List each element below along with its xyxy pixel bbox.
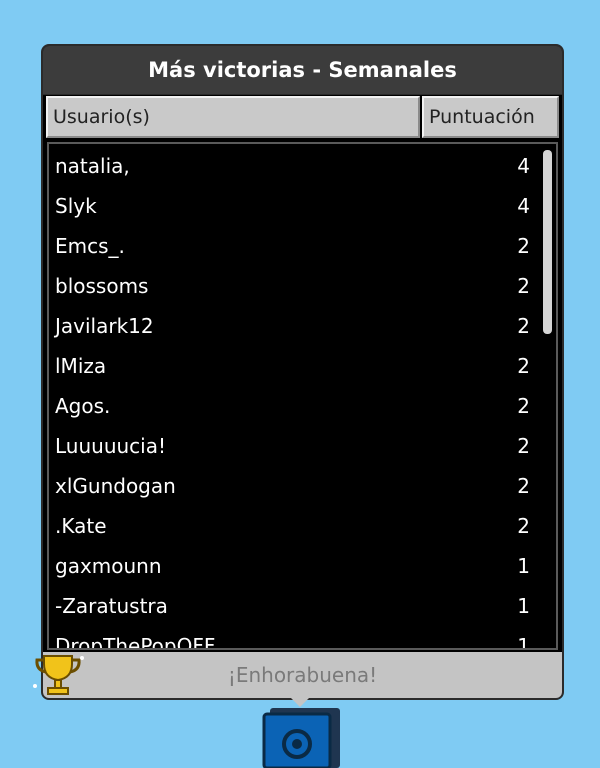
leaderboard-list[interactable]: natalia, 4 Slyk 4 Emcs_. 2 blossoms 2 Javilark12…: [47, 142, 558, 650]
list-item[interactable]: -Zaratustra 1: [49, 586, 536, 626]
username: DropThePopOFF: [55, 634, 216, 650]
column-header-users[interactable]: Usuario(s): [46, 96, 420, 138]
score: 4: [517, 194, 530, 218]
username: Emcs_.: [55, 234, 125, 258]
username: xlGundogan: [55, 474, 176, 498]
username: Slyk: [55, 194, 97, 218]
list-item[interactable]: gaxmounn 1: [49, 546, 536, 586]
trophy-icon: [33, 655, 84, 695]
score: 2: [517, 354, 530, 378]
table-header: Usuario(s) Puntuación: [46, 96, 559, 138]
list-item[interactable]: Emcs_. 2: [49, 226, 536, 266]
username: lMiza: [55, 354, 107, 378]
list-item[interactable]: .Kate 2: [49, 506, 536, 546]
list-item[interactable]: DropThePopOFF 1: [49, 626, 536, 650]
score: 1: [517, 594, 530, 618]
score: 1: [517, 554, 530, 578]
score: 2: [517, 394, 530, 418]
score: 1: [517, 634, 530, 650]
leaderboard-panel-inner: Más victorias - Semanales Usuario(s) Pun…: [43, 46, 562, 698]
score: 2: [517, 514, 530, 538]
username: natalia,: [55, 154, 130, 178]
scrollbar-thumb[interactable]: [543, 150, 552, 334]
list-item[interactable]: Slyk 4: [49, 186, 536, 226]
list-item[interactable]: xlGundogan 2: [49, 466, 536, 506]
score: 2: [517, 314, 530, 338]
column-header-score[interactable]: Puntuación: [422, 96, 559, 138]
congratulations-message: ¡Enhorabuena!: [43, 652, 562, 698]
list-item[interactable]: Agos. 2: [49, 386, 536, 426]
score: 2: [517, 234, 530, 258]
username: .Kate: [55, 514, 107, 538]
score: 2: [517, 274, 530, 298]
username: Luuuuucia!: [55, 434, 166, 458]
score: 2: [517, 474, 530, 498]
score: 4: [517, 154, 530, 178]
list-item[interactable]: blossoms 2: [49, 266, 536, 306]
list-item[interactable]: Javilark12 2: [49, 306, 536, 346]
leaderboard-panel: Más victorias - Semanales Usuario(s) Pun…: [41, 44, 564, 700]
username: blossoms: [55, 274, 149, 298]
panel-title: Más victorias - Semanales: [43, 46, 562, 95]
username: Agos.: [55, 394, 111, 418]
score: 2: [517, 434, 530, 458]
list-item[interactable]: Luuuuucia! 2: [49, 426, 536, 466]
username: gaxmounn: [55, 554, 162, 578]
panel-pointer: [290, 697, 310, 707]
username: -Zaratustra: [55, 594, 168, 618]
list-item[interactable]: natalia, 4: [49, 146, 536, 186]
handheld-device-icon: [262, 708, 340, 768]
username: Javilark12: [55, 314, 154, 338]
list-item[interactable]: lMiza 2: [49, 346, 536, 386]
